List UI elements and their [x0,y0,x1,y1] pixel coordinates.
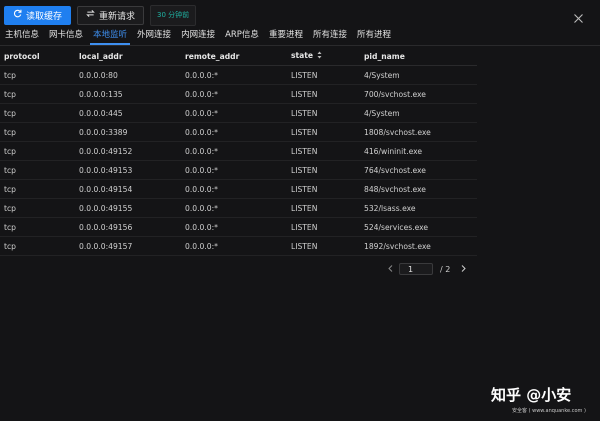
cell-pid-name: 1892/svchost.exe [360,236,477,256]
cell-local-addr: 0.0.0.0:49155 [75,198,181,218]
table-row[interactable]: tcp 0.0.0.0:49157 0.0.0.0:* LISTEN 1892/svch… [0,236,477,256]
cell-remote-addr: 0.0.0.0:* [181,160,287,180]
cell-state: LISTEN [287,103,360,123]
cell-protocol: tcp [0,217,75,237]
cell-local-addr: 0.0.0.0:49156 [75,217,181,237]
cell-state: LISTEN [287,122,360,142]
cell-pid-name: 532/lsass.exe [360,198,477,218]
cell-protocol: tcp [0,103,75,123]
cell-protocol: tcp [0,84,75,104]
tab-divider [0,45,600,46]
cell-local-addr: 0.0.0.0:3389 [75,122,181,142]
table-header-row: protocol local_addr remote_addr state pi… [0,47,477,66]
cell-pid-name: 1808/svchost.exe [360,122,477,142]
time-badge: 30 分钟前 [150,4,197,26]
cell-state: LISTEN [287,141,360,161]
table-row[interactable]: tcp 0.0.0.0:49152 0.0.0.0:* LISTEN 416/winin… [0,141,477,161]
cell-state: LISTEN [287,179,360,199]
sort-icon[interactable] [317,51,322,61]
cell-remote-addr: 0.0.0.0:* [181,217,287,237]
refresh-icon [13,9,22,21]
cell-protocol: tcp [0,122,75,142]
total-pages: / 2 [440,264,451,274]
cell-protocol: tcp [0,141,75,161]
tab-host-info[interactable]: 主机信息 [0,29,44,43]
cell-local-addr: 0.0.0.0:49154 [75,179,181,199]
cell-protocol: tcp [0,179,75,199]
cell-remote-addr: 0.0.0.0:* [181,84,287,104]
cell-state: LISTEN [287,217,360,237]
table-row[interactable]: tcp 0.0.0.0:3389 0.0.0.0:* LISTEN 1808/svcho… [0,122,477,142]
watermark: 知乎 @小安 [491,386,572,404]
page-input[interactable]: 1 [399,263,433,275]
resend-label: 重新请求 [99,11,136,22]
resend-button[interactable]: 重新请求 [77,5,145,25]
cell-remote-addr: 0.0.0.0:* [181,122,287,142]
table-row[interactable]: tcp 0.0.0.0:49156 0.0.0.0:* LISTEN 524/servi… [0,217,477,237]
cell-remote-addr: 0.0.0.0:* [181,236,287,256]
close-button[interactable] [573,9,584,23]
header-protocol: protocol [0,47,75,66]
header-remote-addr: remote_addr [181,47,287,66]
pagination: 1 / 2 [385,262,468,276]
cell-remote-addr: 0.0.0.0:* [181,141,287,161]
cell-state: LISTEN [287,198,360,218]
tab-local-listen[interactable]: 本地监听 [88,29,132,45]
chevron-left-icon [387,264,393,274]
table-row[interactable]: tcp 0.0.0.0:445 0.0.0.0:* LISTEN 4/System [0,103,477,123]
cell-protocol: tcp [0,198,75,218]
cell-remote-addr: 0.0.0.0:* [181,198,287,218]
cell-pid-name: 764/svchost.exe [360,160,477,180]
cell-protocol: tcp [0,65,75,85]
cell-state: LISTEN [287,65,360,85]
tab-bar: 主机信息 网卡信息 本地监听 外网连接 内网连接 ARP信息 重要进程 所有连接… [0,29,396,45]
cell-pid-name: 700/svchost.exe [360,84,477,104]
cell-local-addr: 0.0.0.0:80 [75,65,181,85]
cell-pid-name: 416/wininit.exe [360,141,477,161]
tab-nic-info[interactable]: 网卡信息 [44,29,88,43]
cell-state: LISTEN [287,160,360,180]
tab-all-processes[interactable]: 所有进程 [352,29,396,43]
cell-state: LISTEN [287,236,360,256]
cell-remote-addr: 0.0.0.0:* [181,65,287,85]
table-row[interactable]: tcp 0.0.0.0:49153 0.0.0.0:* LISTEN 764/svcho… [0,160,477,180]
table-row[interactable]: tcp 0.0.0.0:80 0.0.0.0:* LISTEN 4/System [0,65,477,85]
cell-pid-name: 524/services.exe [360,217,477,237]
cell-pid-name: 4/System [360,103,477,123]
cell-pid-name: 4/System [360,65,477,85]
cell-protocol: tcp [0,160,75,180]
cell-local-addr: 0.0.0.0:135 [75,84,181,104]
header-pid-name: pid_name [360,47,477,66]
header-state[interactable]: state [287,47,360,66]
tab-arp-info[interactable]: ARP信息 [220,29,264,43]
listen-table: protocol local_addr remote_addr state pi… [0,47,477,256]
cell-remote-addr: 0.0.0.0:* [181,179,287,199]
table-row[interactable]: tcp 0.0.0.0:49155 0.0.0.0:* LISTEN 532/lsass… [0,198,477,218]
header-local-addr: local_addr [75,47,181,66]
toolbar: 读取缓存 重新请求 30 分钟前 [4,4,197,26]
tab-external-connections[interactable]: 外网连接 [132,29,176,43]
cell-local-addr: 0.0.0.0:49153 [75,160,181,180]
watermark-sub: 安全客 ( www.anquanke.com ) [512,408,586,414]
cell-remote-addr: 0.0.0.0:* [181,103,287,123]
tab-all-connections[interactable]: 所有连接 [308,29,352,43]
next-page-button[interactable] [458,263,468,275]
close-icon [573,9,584,28]
tab-internal-connections[interactable]: 内网连接 [176,29,220,43]
cell-state: LISTEN [287,84,360,104]
tab-important-processes[interactable]: 重要进程 [264,29,308,43]
table-row[interactable]: tcp 0.0.0.0:49154 0.0.0.0:* LISTEN 848/svcho… [0,179,477,199]
cell-protocol: tcp [0,236,75,256]
chevron-right-icon [461,264,466,274]
exchange-icon [86,9,95,21]
cell-local-addr: 0.0.0.0:49152 [75,141,181,161]
read-cache-label: 读取缓存 [26,11,63,22]
cell-pid-name: 848/svchost.exe [360,179,477,199]
prev-page-button[interactable] [385,263,395,275]
read-cache-button[interactable]: 读取缓存 [4,5,72,25]
cell-local-addr: 0.0.0.0:445 [75,103,181,123]
header-state-label: state [291,51,314,60]
cell-local-addr: 0.0.0.0:49157 [75,236,181,256]
table-row[interactable]: tcp 0.0.0.0:135 0.0.0.0:* LISTEN 700/svchost… [0,84,477,104]
